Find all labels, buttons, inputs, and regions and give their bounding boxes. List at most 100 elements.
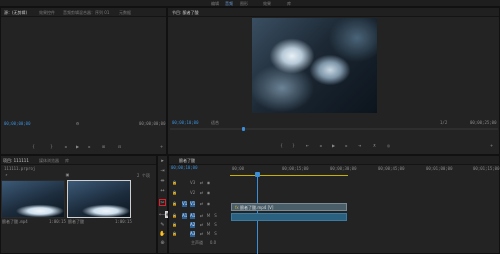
program-scale-select[interactable]: 1/2: [440, 120, 447, 125]
zoom-tool-icon: ⊕: [160, 240, 165, 246]
sync-lock-icon[interactable]: ⇄: [199, 180, 204, 186]
step-forward-icon[interactable]: ▸: [344, 143, 349, 148]
selection-tool-icon: ▸: [161, 158, 164, 164]
program-timecode[interactable]: 00;00;10;00: [172, 120, 199, 125]
tab-library[interactable]: 库: [65, 158, 69, 164]
mute-button[interactable]: M: [206, 231, 211, 237]
hand-tool-icon: ✋: [159, 231, 166, 237]
mute-button[interactable]: M: [206, 213, 211, 219]
ripple-edit-icon: ⇹: [160, 178, 165, 184]
rate-stretch-icon: ↔: [160, 188, 165, 194]
lock-icon[interactable]: 🔒: [172, 201, 177, 207]
mark-in-icon[interactable]: {: [279, 143, 284, 148]
track-header-v3: 🔒 V3 ⇄ ◉: [172, 180, 228, 186]
sync-lock-icon[interactable]: ⇄: [199, 190, 204, 196]
play-icon[interactable]: ▶: [75, 144, 80, 149]
timeline-timecode[interactable]: 00;00;10;00: [171, 165, 198, 170]
mark-in-icon[interactable]: {: [31, 144, 36, 149]
sync-lock-icon[interactable]: ⇄: [199, 201, 204, 207]
project-item-name[interactable]: 酿者了酸.mp4: [2, 219, 28, 225]
video-clip[interactable]: fx 酿者了酸.mp4 [V]: [231, 203, 347, 211]
search-icon[interactable]: ⌕: [4, 172, 9, 177]
rate-stretch-tool[interactable]: ↔: [159, 188, 166, 195]
track-select-icon: ⇥: [160, 168, 165, 174]
source-timecode[interactable]: 00;00;00;00: [4, 121, 31, 126]
source-patch-a1[interactable]: A1: [182, 213, 187, 219]
eye-icon[interactable]: ◉: [206, 190, 211, 196]
lock-icon[interactable]: 🔒: [172, 222, 177, 228]
razor-tool[interactable]: ✂: [159, 199, 166, 206]
solo-button[interactable]: S: [213, 231, 218, 237]
zoom-tool[interactable]: ⊕: [159, 240, 166, 247]
hand-tool[interactable]: ✋: [159, 231, 166, 238]
tab-audio-clip-mixer[interactable]: 音频剪辑混合器：序列 01: [63, 10, 109, 16]
audio-clip[interactable]: [231, 213, 347, 221]
tab-source[interactable]: 源：(无剪辑): [4, 10, 27, 16]
source-patch-v1[interactable]: V1: [182, 201, 187, 207]
program-fit-select[interactable]: 适合: [211, 120, 219, 126]
go-to-out-icon[interactable]: ⇥: [357, 143, 362, 148]
track-label[interactable]: A3: [190, 231, 195, 237]
step-back-icon[interactable]: ◂: [318, 143, 323, 148]
project-filename: 111111.prproj: [4, 166, 36, 171]
add-button-icon[interactable]: +: [159, 144, 164, 149]
lock-icon[interactable]: 🔒: [172, 180, 177, 186]
track-label[interactable]: A2: [190, 222, 195, 228]
sync-lock-icon[interactable]: ⇄: [199, 213, 204, 219]
export-frame-icon[interactable]: ◎: [386, 143, 391, 148]
program-video-frame: [252, 18, 377, 113]
insert-icon[interactable]: ⊞: [101, 144, 106, 149]
lock-icon[interactable]: 🔒: [172, 231, 177, 237]
project-item-thumbnail[interactable]: [1, 180, 65, 218]
project-item-duration: 1:00:15: [49, 219, 66, 224]
step-back-icon[interactable]: ◂: [63, 144, 68, 149]
eye-icon[interactable]: ◉: [206, 201, 211, 207]
project-item-thumbnail-selected[interactable]: [67, 180, 131, 218]
selection-tool[interactable]: ▸: [159, 158, 166, 165]
solo-button[interactable]: S: [213, 213, 218, 219]
lock-icon[interactable]: 🔒: [172, 213, 177, 219]
eye-icon[interactable]: ◉: [206, 180, 211, 186]
pen-tool[interactable]: ✎: [159, 222, 166, 229]
mark-out-icon[interactable]: }: [49, 144, 54, 149]
program-title[interactable]: 节目: 酿者了酸: [172, 10, 199, 16]
timeline-tabbar: 酿者了酸: [169, 156, 499, 165]
ruler-label: 00;00;30;00: [330, 166, 357, 171]
program-tabbar: 节目: 酿者了酸: [168, 8, 499, 17]
mark-out-icon[interactable]: }: [291, 143, 296, 148]
program-playhead[interactable]: [242, 127, 245, 131]
go-to-in-icon[interactable]: ⇤: [305, 143, 310, 148]
track-label[interactable]: A1: [190, 213, 195, 219]
program-scrubber[interactable]: [170, 127, 498, 131]
pen-tool-icon: ✎: [160, 222, 165, 228]
project-item-name[interactable]: 酿者了酸: [68, 219, 84, 225]
track-select-tool[interactable]: ⇥: [159, 168, 166, 175]
mute-button[interactable]: M: [206, 222, 211, 228]
track-label[interactable]: V1: [190, 201, 195, 207]
ripple-edit-tool[interactable]: ⇹: [159, 178, 166, 185]
step-forward-icon[interactable]: ▸: [87, 144, 92, 149]
solo-button[interactable]: S: [213, 222, 218, 228]
track-header-master: 主声道 0.0: [172, 240, 228, 246]
tab-metadata[interactable]: 元数据: [119, 10, 131, 16]
lift-icon[interactable]: ⊼: [372, 143, 377, 148]
sync-lock-icon[interactable]: ⇄: [199, 222, 204, 228]
timeline-title[interactable]: 酿者了酸: [179, 158, 195, 164]
master-volume[interactable]: 0.0: [208, 240, 218, 246]
bin-icon[interactable]: ▣: [65, 172, 70, 177]
sync-lock-icon[interactable]: ⇄: [199, 231, 204, 237]
workspace-bar: 编辑 音频 图形 效果 库: [0, 0, 500, 7]
ruler-label: 00;00: [232, 166, 245, 171]
work-area-bar[interactable]: [230, 175, 348, 176]
ruler-label: 00;00;15;00: [282, 166, 309, 171]
overwrite-icon[interactable]: ⊟: [117, 144, 122, 149]
track-header-a3: 🔒 A3 ⇄ M S: [172, 231, 228, 237]
tab-media-browser[interactable]: 媒体浏览器: [39, 158, 59, 164]
lock-icon[interactable]: 🔒: [172, 190, 177, 196]
add-button-icon[interactable]: +: [489, 143, 494, 148]
wrench-icon[interactable]: ⚙: [75, 121, 80, 126]
play-icon[interactable]: ▶: [331, 143, 336, 148]
tab-project[interactable]: 项目: 111111: [3, 158, 29, 164]
timeline-ruler[interactable]: 00;00 00;00;15;00 00;00;30;00 00;00;45;0…: [230, 166, 500, 178]
tab-effect-controls[interactable]: 效果控件: [39, 10, 55, 16]
